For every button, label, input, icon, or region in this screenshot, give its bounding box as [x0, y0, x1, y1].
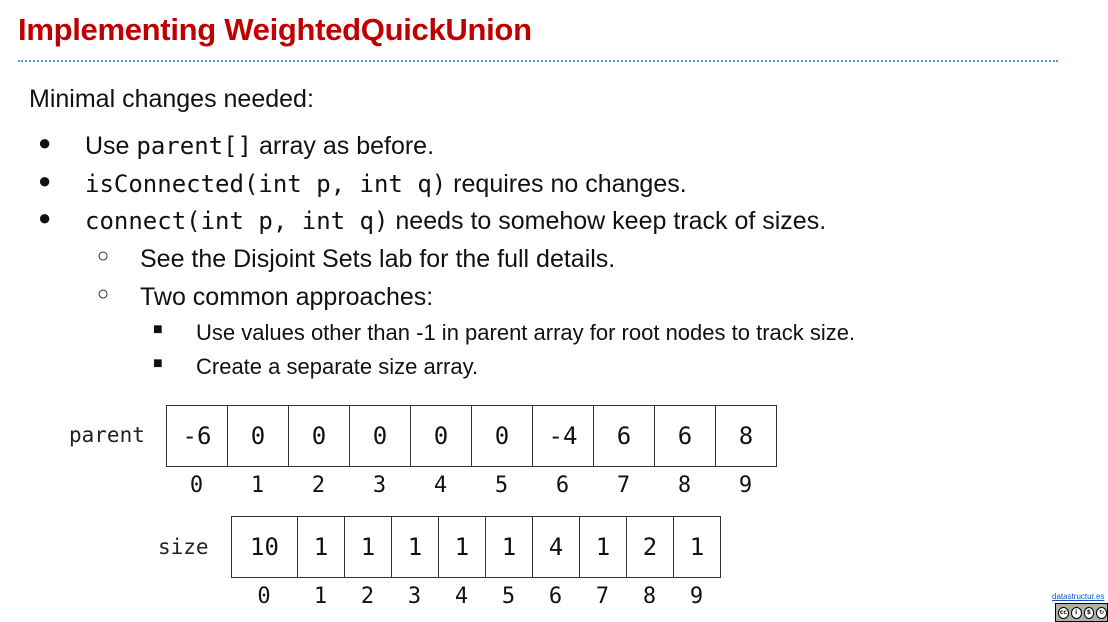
size-array-cell: 1 — [298, 517, 345, 577]
bullet-dot-icon: ● — [38, 168, 52, 193]
slide-title: Implementing WeightedQuickUnion — [18, 12, 532, 47]
size-array-index: 8 — [642, 584, 657, 609]
parent-array-cell: 8 — [716, 406, 777, 466]
parent-array-cell: 6 — [655, 406, 716, 466]
parent-array-cell: 0 — [411, 406, 472, 466]
parent-array: -6 0 0 0 0 0 -4 6 6 8 — [166, 405, 777, 467]
bullet-2-code: isConnected(int p, int q) — [85, 170, 447, 198]
bullet-1-code: parent[] — [136, 132, 252, 160]
parent-array-index: 4 — [433, 473, 448, 498]
sub-bullet-2-text: Two common approaches: — [140, 283, 434, 311]
nc-icon: $ — [1083, 606, 1095, 619]
size-array-cell: 4 — [533, 517, 580, 577]
size-array-cell: 1 — [439, 517, 486, 577]
size-array-index: 9 — [689, 584, 704, 609]
square-bullet-icon: ■ — [153, 355, 163, 372]
size-array-index: 4 — [454, 584, 469, 609]
circle-bullet-icon: ○ — [97, 245, 110, 267]
size-array-index: 6 — [548, 584, 563, 609]
sub-bullet-1-text: See the Disjoint Sets lab for the full d… — [140, 245, 616, 273]
parent-array-cell: 0 — [228, 406, 289, 466]
size-array-cell: 1 — [392, 517, 439, 577]
parent-array-cell: 6 — [594, 406, 655, 466]
size-array-indices: 0 1 2 3 4 5 6 7 8 9 — [231, 584, 720, 609]
parent-array-index: 0 — [189, 473, 204, 498]
by-icon: i — [1070, 606, 1082, 619]
bullet-dot-icon: ● — [38, 130, 52, 155]
sa-icon: ↻ — [1096, 606, 1107, 619]
size-array-label: size — [158, 535, 209, 559]
bullet-1-post: array as before. — [252, 132, 435, 160]
size-array-cell: 2 — [627, 517, 674, 577]
parent-array-index: 1 — [250, 473, 265, 498]
title-divider — [18, 60, 1058, 62]
intro-text: Minimal changes needed: — [29, 85, 314, 113]
parent-array-index: 9 — [738, 473, 753, 498]
source-link[interactable]: datastructur.es — [1052, 592, 1104, 601]
size-array-index: 7 — [595, 584, 610, 609]
parent-array-index: 3 — [372, 473, 387, 498]
sub-sub-bullet-2-text: Create a separate size array. — [196, 354, 479, 379]
parent-array-cell: -4 — [533, 406, 594, 466]
cc-license-badge[interactable]: cc i $ ↻ — [1055, 603, 1108, 622]
bullet-3-code: connect(int p, int q) — [85, 207, 389, 235]
parent-array-cell: 0 — [472, 406, 533, 466]
sub-sub-bullet-1-text: Use values other than -1 in parent array… — [196, 320, 856, 345]
parent-array-index: 6 — [555, 473, 570, 498]
size-array-index: 2 — [360, 584, 375, 609]
size-array-cell: 1 — [345, 517, 392, 577]
size-array-cell: 10 — [232, 517, 298, 577]
cc-icon: cc — [1058, 606, 1069, 619]
bullet-3-text: needs to somehow keep track of sizes. — [388, 207, 827, 235]
size-array-index: 0 — [257, 584, 271, 609]
parent-array-cell: 0 — [350, 406, 411, 466]
size-array-index: 5 — [501, 584, 516, 609]
circle-bullet-icon: ○ — [97, 283, 110, 305]
size-array-index: 1 — [313, 584, 328, 609]
parent-array-index: 2 — [311, 473, 326, 498]
parent-array-cell: 0 — [289, 406, 350, 466]
size-array-cell: 1 — [580, 517, 627, 577]
bullet-2-text: requires no changes. — [446, 170, 687, 198]
size-array-cell: 1 — [674, 517, 721, 577]
parent-array-index: 8 — [677, 473, 692, 498]
parent-array-label: parent — [69, 423, 145, 447]
parent-array-index: 5 — [494, 473, 509, 498]
size-array: 10 1 1 1 1 1 4 1 2 1 — [231, 516, 721, 578]
size-array-index: 3 — [407, 584, 422, 609]
bullet-1-pre: Use — [85, 132, 137, 160]
parent-array-index: 7 — [616, 473, 631, 498]
parent-array-indices: 0 1 2 3 4 5 6 7 8 9 — [166, 473, 776, 498]
bullet-dot-icon: ● — [38, 205, 52, 230]
parent-array-cell: -6 — [167, 406, 228, 466]
square-bullet-icon: ■ — [153, 321, 163, 338]
size-array-cell: 1 — [486, 517, 533, 577]
